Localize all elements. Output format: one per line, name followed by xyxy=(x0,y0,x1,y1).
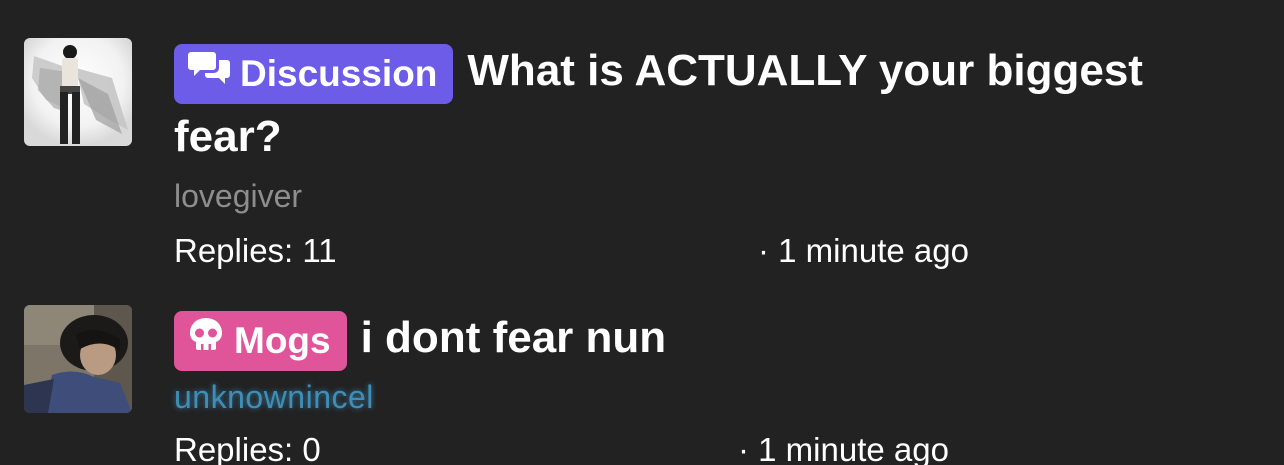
chat-bubbles-icon xyxy=(188,43,230,103)
angel-wings-avatar-icon xyxy=(24,38,132,146)
thread-content: Discussion What is ACTUALLY your biggest… xyxy=(174,38,1254,276)
thread-meta: Replies: 0 · 1 minute ago xyxy=(174,431,1254,465)
reply-count: Replies: 0 xyxy=(174,431,321,465)
timestamp: · 1 minute ago xyxy=(738,431,949,465)
avatar[interactable] xyxy=(24,38,132,146)
thread-meta: Replies: 11 · 1 minute ago xyxy=(174,232,1254,276)
thread-title-line[interactable]: Discussion What is ACTUALLY your biggest… xyxy=(174,38,1254,170)
tag-mogs[interactable]: Mogs xyxy=(174,311,347,371)
timestamp: · 1 minute ago xyxy=(758,232,969,269)
thread-author[interactable]: unknownincel xyxy=(174,377,1254,417)
tag-label: Discussion xyxy=(240,53,438,94)
previous-thread-cutoff xyxy=(174,0,1074,4)
thread-title[interactable]: i dont fear nun xyxy=(361,313,667,362)
reply-count: Replies: 11 xyxy=(174,232,337,269)
avatar[interactable] xyxy=(24,305,132,413)
thread-title-line[interactable]: Mogs i dont fear nun xyxy=(174,305,1254,371)
tag-discussion[interactable]: Discussion xyxy=(174,43,454,104)
thread-author[interactable]: lovegiver xyxy=(174,176,1254,216)
skull-icon xyxy=(188,310,224,370)
person-photo-avatar-icon xyxy=(24,305,132,413)
tag-label: Mogs xyxy=(234,320,331,361)
thread-feed: Discussion What is ACTUALLY your biggest… xyxy=(0,0,1284,465)
thread-content: Mogs i dont fear nun unknownincel Replie… xyxy=(174,305,1254,465)
